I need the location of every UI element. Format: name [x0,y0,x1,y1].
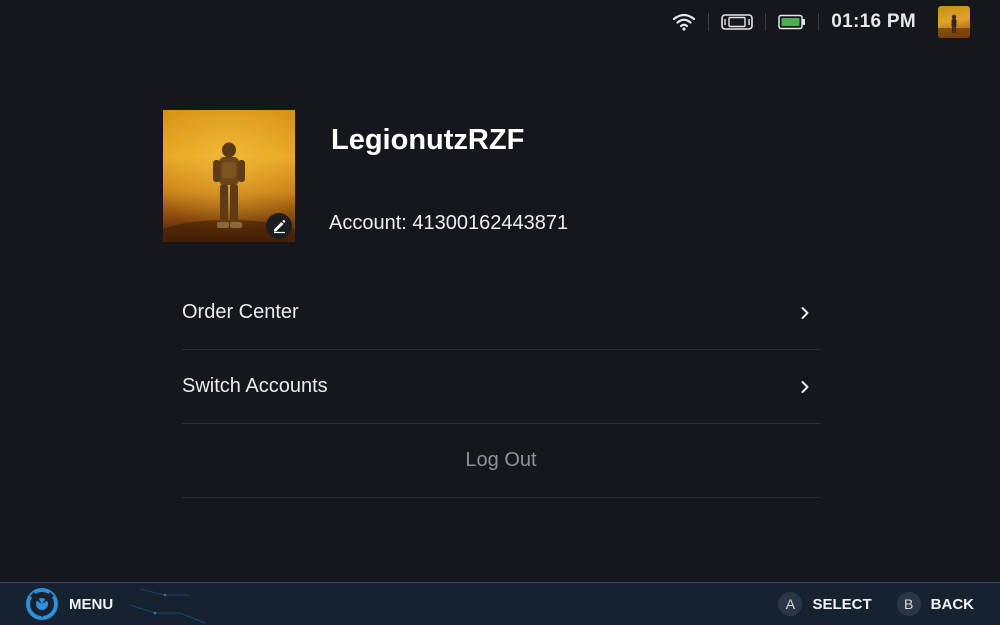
switch-accounts-item[interactable]: Switch Accounts [182,350,820,424]
status-separator [708,13,710,31]
back-button[interactable]: B BACK [896,592,974,616]
legion-logo-icon[interactable] [26,588,58,620]
profile-header: LegionutzRZF Account: 41300162443871 [163,110,823,242]
status-separator [765,13,767,31]
account-menu: Order Center Switch Accounts Log Out [182,276,820,498]
order-center-item[interactable]: Order Center [182,276,820,350]
pencil-icon[interactable] [266,213,292,239]
user-avatar-small[interactable] [938,6,970,38]
chevron-right-icon [800,380,810,394]
wifi-icon [672,6,696,38]
handheld-device-icon [721,6,754,38]
chevron-right-icon [800,306,810,320]
circuit-decoration [129,588,206,624]
select-label: SELECT [812,595,872,613]
profile-avatar[interactable] [163,110,295,242]
status-separator [818,13,820,31]
username: LegionutzRZF [331,124,525,156]
b-button-icon: B [896,592,921,616]
account-number: Account: 41300162443871 [329,212,569,234]
menu-label: MENU [69,595,114,613]
battery-icon [778,6,806,38]
clock-time: 01:16 PM [831,11,916,32]
menu-item-label: Order Center [182,301,299,323]
log-out-button[interactable]: Log Out [182,424,820,498]
menu-item-label: Switch Accounts [182,375,328,397]
a-button-icon: A [778,592,803,616]
status-bar: 01:16 PM [672,6,970,38]
bottom-bar: MENU A SELECT B BACK [0,582,1000,625]
back-label: BACK [930,595,974,613]
select-button[interactable]: A SELECT [778,592,872,616]
log-out-label: Log Out [465,449,537,471]
